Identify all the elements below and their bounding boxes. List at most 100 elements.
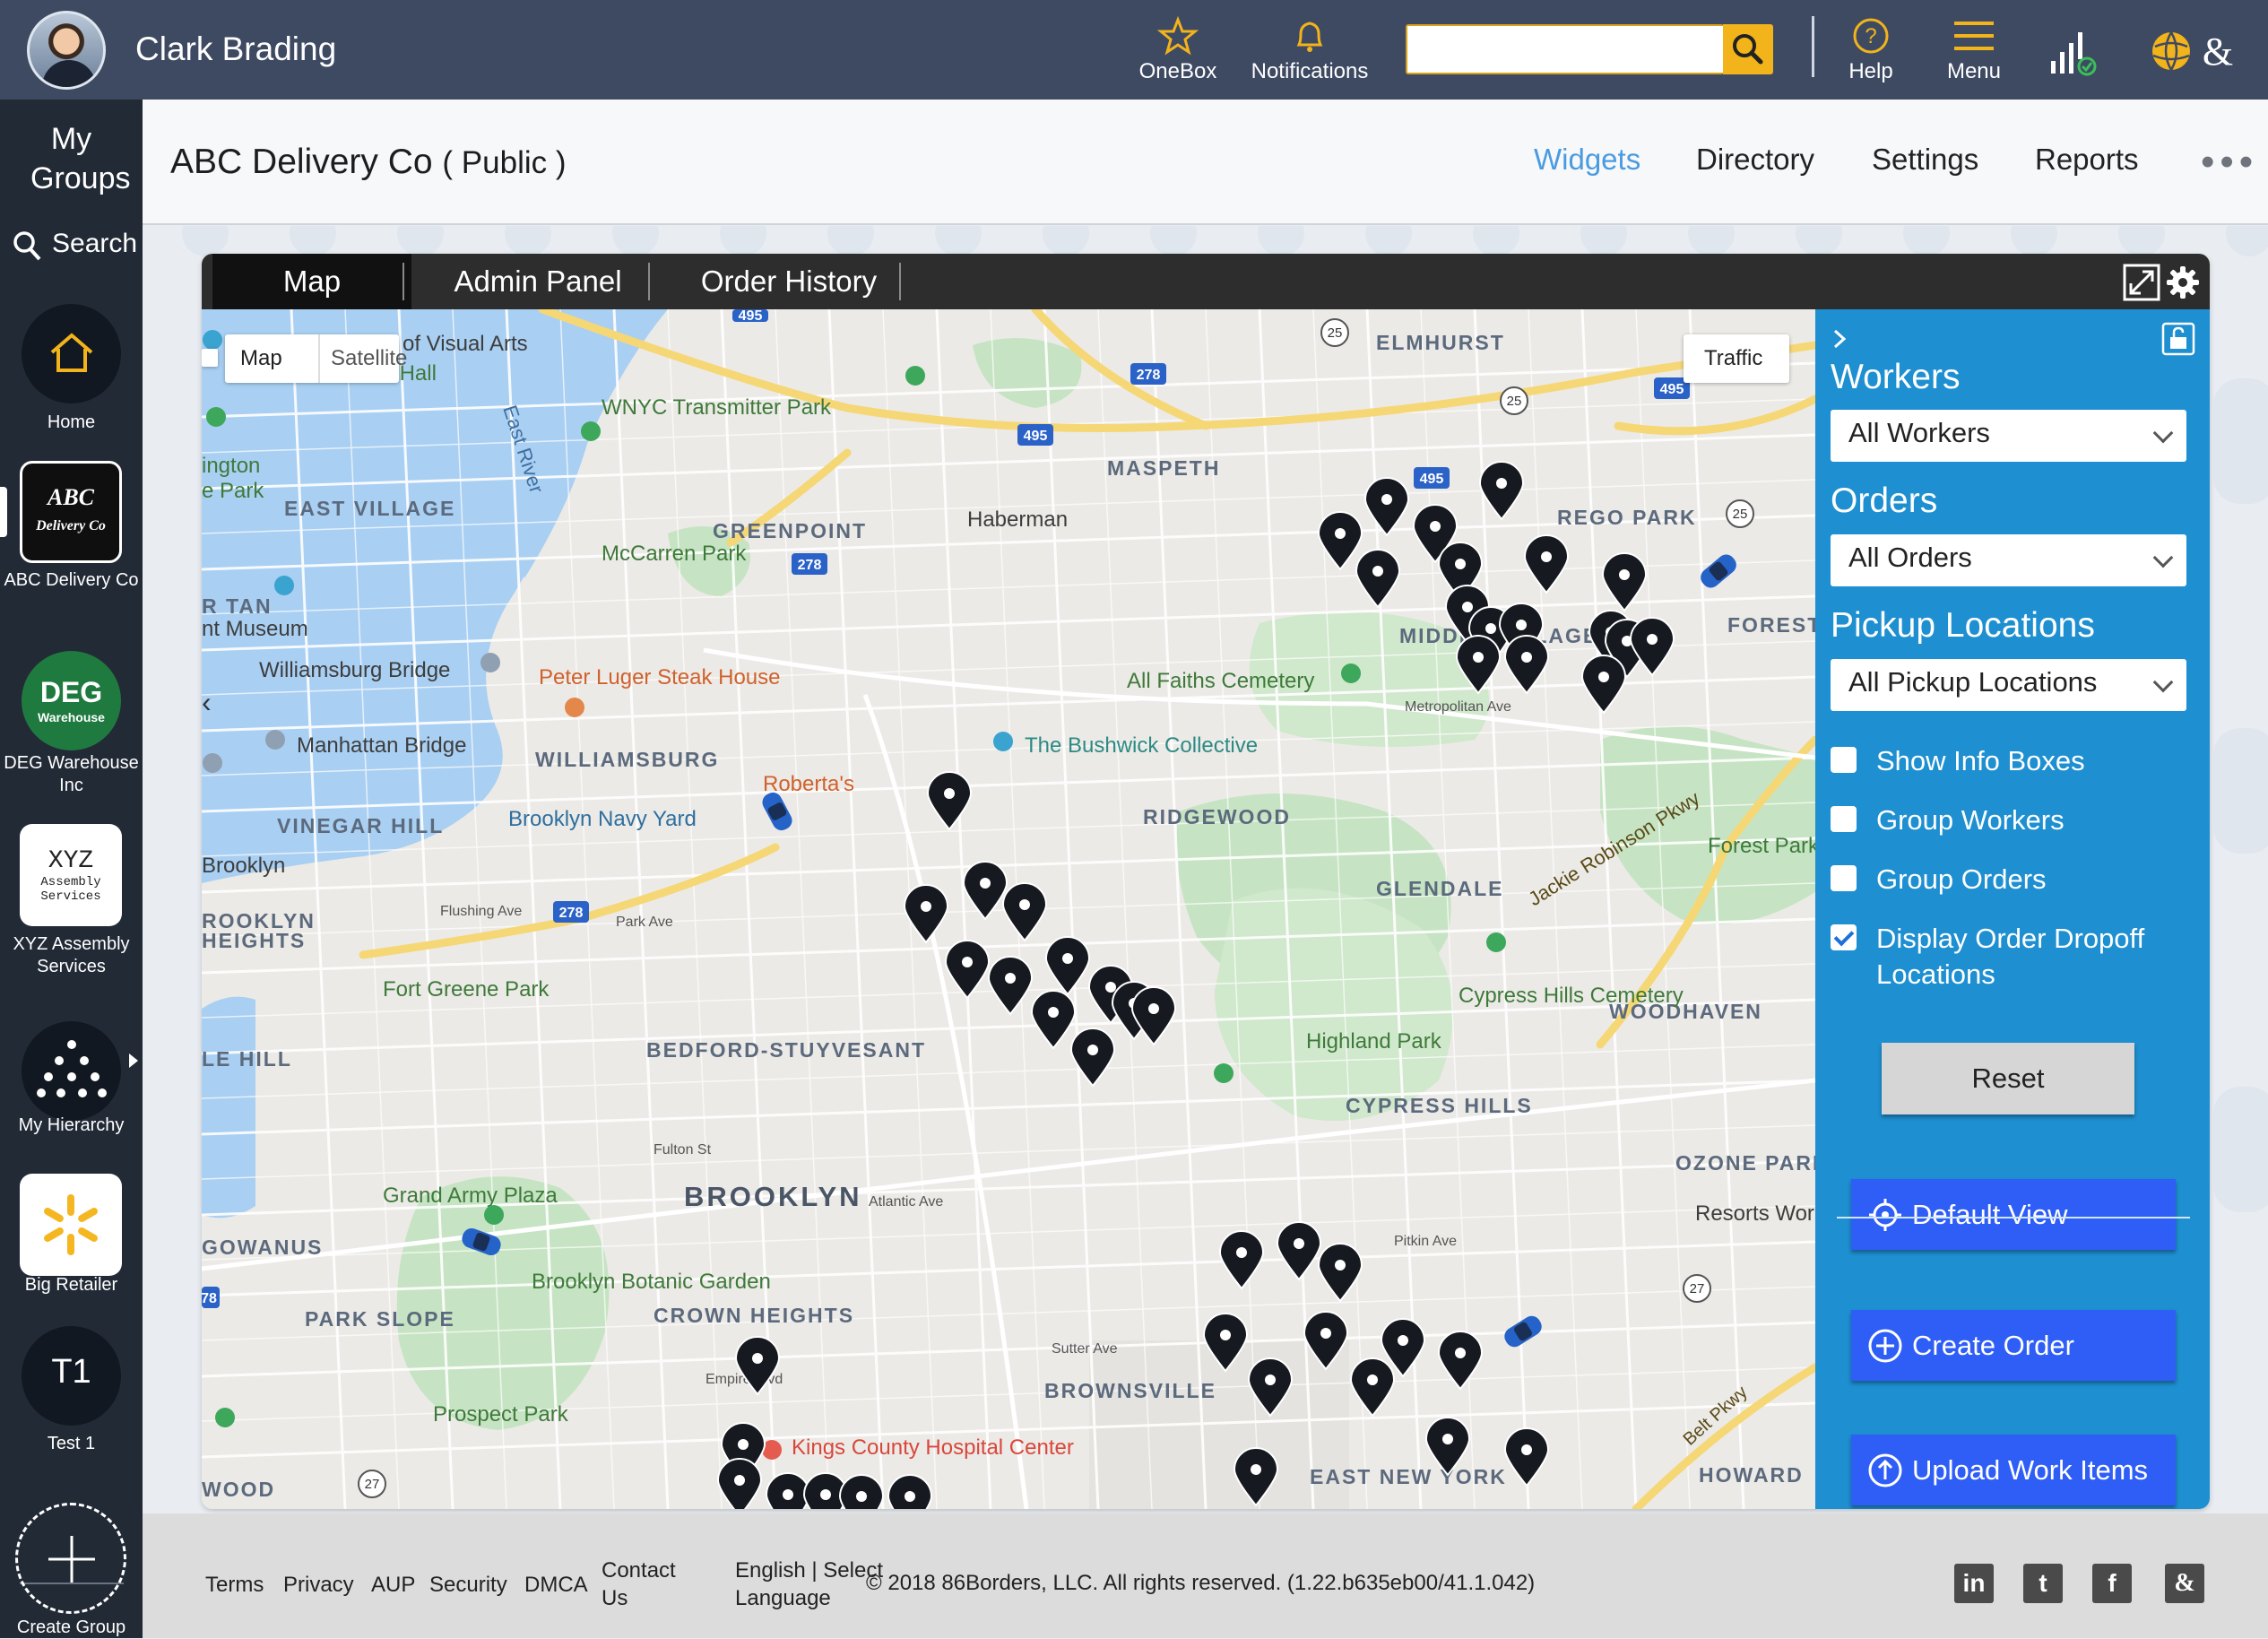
- order-pin[interactable]: [1044, 936, 1091, 996]
- pickup-select[interactable]: All Pickup Locations: [1831, 659, 2186, 711]
- order-pin[interactable]: [1030, 990, 1077, 1050]
- order-pin[interactable]: [1363, 477, 1410, 537]
- order-pin[interactable]: [1349, 1357, 1396, 1418]
- user-avatar[interactable]: [27, 11, 106, 90]
- group-test-1[interactable]: T1: [22, 1326, 121, 1426]
- nav-reports[interactable]: Reports: [2035, 143, 2139, 177]
- brand-footer-icon[interactable]: &: [2165, 1564, 2204, 1603]
- map-type-satellite[interactable]: Satellite: [331, 346, 407, 371]
- onebox-button[interactable]: OneBox: [1131, 13, 1225, 93]
- search-input[interactable]: [1407, 26, 1723, 73]
- facebook-icon[interactable]: f: [2092, 1564, 2132, 1603]
- test1-logo: T1: [51, 1353, 91, 1391]
- my-groups-label[interactable]: My Groups: [0, 119, 143, 198]
- order-pin[interactable]: [1130, 986, 1177, 1046]
- footer-link-dmca[interactable]: DMCA: [524, 1571, 588, 1599]
- home-button[interactable]: [22, 304, 121, 403]
- user-name[interactable]: Clark Brading: [135, 30, 336, 68]
- gear-icon[interactable]: [2166, 265, 2200, 299]
- tab-order-history[interactable]: Order History: [659, 254, 919, 309]
- org-visibility: ( Public ): [442, 145, 567, 180]
- order-pin[interactable]: [1503, 635, 1550, 695]
- label-park-ave: Park Ave: [616, 915, 673, 930]
- order-pin[interactable]: [1580, 655, 1627, 715]
- brand-logo-icon[interactable]: &: [2150, 25, 2248, 77]
- group-big-retailer[interactable]: [20, 1174, 122, 1276]
- order-pin[interactable]: [944, 940, 991, 1000]
- order-pin[interactable]: [1276, 1221, 1322, 1281]
- footer-link-aup[interactable]: AUP: [371, 1571, 415, 1599]
- footer-link-security[interactable]: Security: [429, 1571, 507, 1599]
- svg-text:27: 27: [365, 1477, 380, 1492]
- group-workers-checkbox[interactable]: [1831, 806, 1857, 832]
- order-pin-dot: [1294, 1238, 1304, 1249]
- order-pin[interactable]: [1629, 617, 1675, 677]
- star-icon: [1156, 15, 1199, 56]
- more-menu-button[interactable]: •••: [2201, 143, 2258, 182]
- rail-search[interactable]: Search: [13, 227, 138, 266]
- group-orders-checkbox[interactable]: [1831, 865, 1857, 891]
- order-pin[interactable]: [1001, 882, 1048, 942]
- sidebar-divider: [1837, 1217, 2190, 1218]
- signal-status-icon[interactable]: [2047, 25, 2098, 77]
- search-button[interactable]: [1723, 24, 1773, 74]
- footer-link-terms[interactable]: Terms: [205, 1571, 264, 1599]
- twitter-icon[interactable]: t: [2023, 1564, 2063, 1603]
- label-wnyc: WNYC Transmitter Park: [602, 395, 832, 420]
- map-pan-left[interactable]: ‹: [202, 686, 214, 718]
- traffic-toggle[interactable]: Traffic: [1684, 334, 1789, 383]
- show-info-boxes-checkbox[interactable]: [1831, 747, 1857, 773]
- svg-text:25: 25: [1507, 394, 1522, 409]
- workers-value: All Workers: [1848, 417, 1990, 448]
- lock-icon[interactable]: [2161, 322, 2195, 356]
- group-orders-row[interactable]: Group Orders: [1831, 862, 2189, 898]
- footer-link-contact[interactable]: Contact Us: [602, 1557, 700, 1612]
- fullscreen-icon[interactable]: [2123, 264, 2160, 301]
- default-view-button[interactable]: Default View: [1851, 1179, 2176, 1250]
- display-dropoff-checkbox[interactable]: [1831, 924, 1857, 950]
- label-pitkin-ave: Pitkin Ave: [1394, 1234, 1457, 1249]
- nav-settings[interactable]: Settings: [1872, 143, 1978, 177]
- nav-widgets[interactable]: Widgets: [1534, 143, 1640, 177]
- order-pin-dot: [1087, 1045, 1098, 1055]
- expand-arrow-icon[interactable]: [127, 1052, 140, 1070]
- order-pin[interactable]: [1503, 1427, 1550, 1487]
- display-dropoff-row[interactable]: Display Order Dropoff Locations: [1831, 921, 2189, 993]
- group-abc-delivery[interactable]: ABC Delivery Co: [20, 461, 122, 563]
- order-pin[interactable]: [987, 956, 1034, 1016]
- my-hierarchy-button[interactable]: [22, 1021, 121, 1121]
- order-pin[interactable]: [1317, 1243, 1363, 1303]
- orders-select[interactable]: All Orders: [1831, 534, 2186, 586]
- linkedin-icon[interactable]: in: [1954, 1564, 1994, 1603]
- order-pin-dot: [1455, 559, 1466, 569]
- tab-admin-panel[interactable]: Admin Panel: [417, 254, 659, 309]
- help-button[interactable]: ? Help: [1840, 13, 1902, 93]
- order-pin[interactable]: [926, 771, 973, 831]
- order-pin-dot: [1521, 652, 1532, 663]
- collapse-chevron-icon[interactable]: [1831, 327, 1849, 351]
- order-pin[interactable]: [1478, 461, 1525, 521]
- label-elmhurst: ELMHURST: [1376, 331, 1505, 354]
- create-order-button[interactable]: Create Order: [1851, 1310, 2176, 1381]
- order-pin[interactable]: [1355, 549, 1401, 609]
- nav-directory[interactable]: Directory: [1696, 143, 1814, 177]
- show-info-boxes-row[interactable]: Show Info Boxes: [1831, 743, 2189, 779]
- menu-button[interactable]: Menu: [1935, 13, 2013, 93]
- order-pin[interactable]: [1523, 534, 1570, 594]
- map-type-map[interactable]: Map: [240, 346, 282, 371]
- order-pin[interactable]: [1218, 1230, 1265, 1290]
- upload-work-items-button[interactable]: Upload Work Items: [1851, 1435, 2176, 1505]
- reset-button[interactable]: Reset: [1882, 1043, 2134, 1114]
- group-workers-row[interactable]: Group Workers: [1831, 802, 2189, 838]
- footer-link-privacy[interactable]: Privacy: [283, 1571, 354, 1599]
- notifications-button[interactable]: Notifications: [1248, 13, 1372, 93]
- workers-select[interactable]: All Workers: [1831, 410, 2186, 462]
- map-canvas[interactable]: ELMHURST MASPETH REGO PARK GREENPOINT EA…: [202, 309, 1815, 1509]
- label-brooklyn-navy-yard: Brooklyn Navy Yard: [508, 807, 697, 831]
- tab-map[interactable]: Map: [212, 254, 411, 309]
- map-corner-control[interactable]: [202, 349, 218, 367]
- pickup-heading: Pickup Locations: [1831, 606, 2095, 645]
- group-deg-warehouse[interactable]: DEG Warehouse: [22, 651, 121, 750]
- group-xyz-assembly[interactable]: XYZ Assembly Services: [20, 824, 122, 926]
- create-group-button[interactable]: [15, 1503, 126, 1614]
